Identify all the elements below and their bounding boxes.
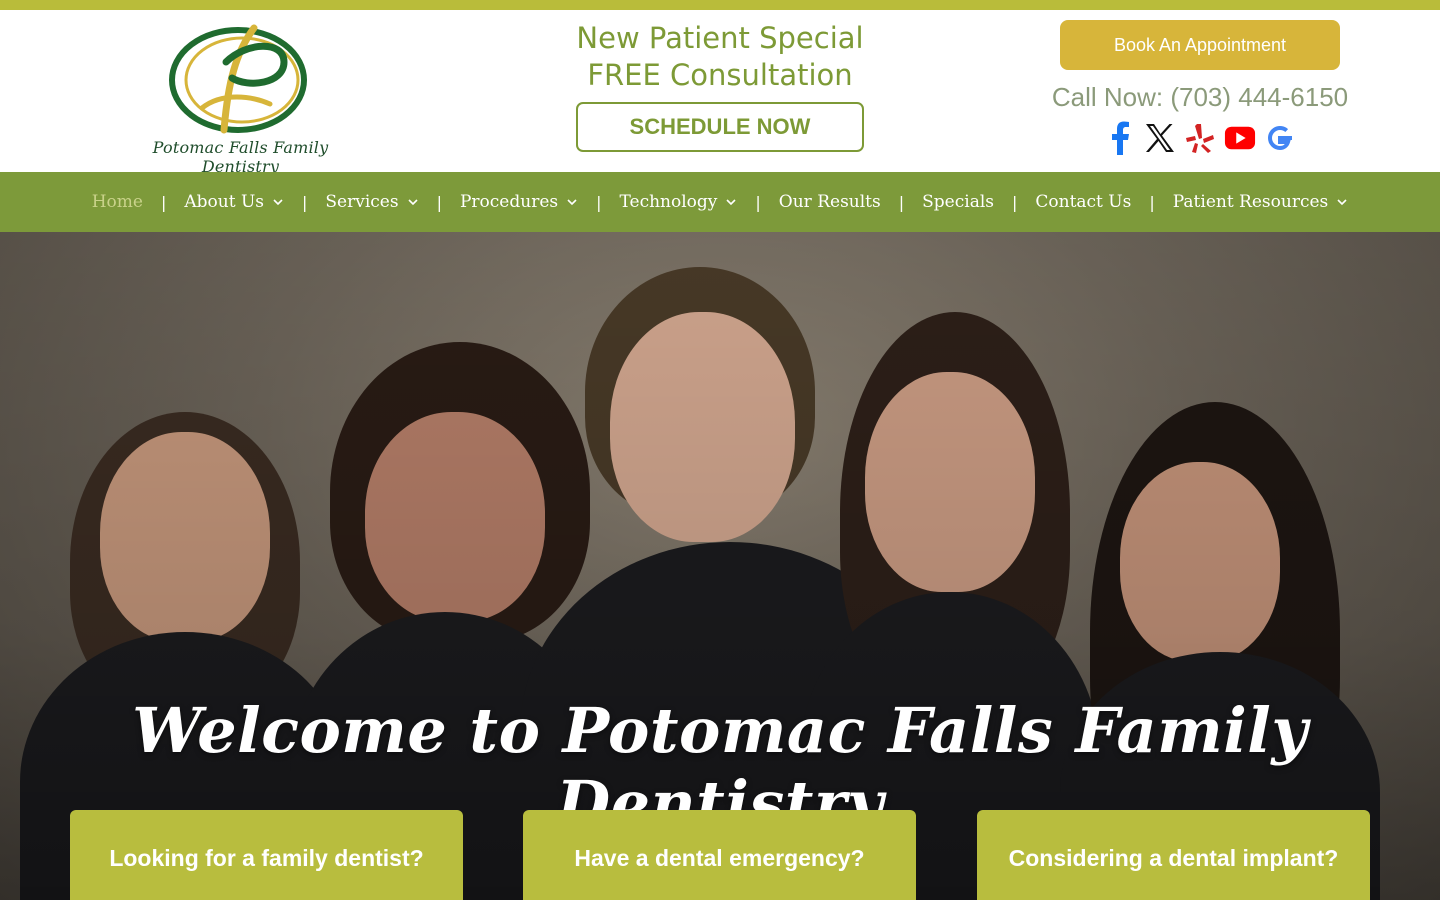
family-dentist-card[interactable]: Looking for a family dentist? bbox=[70, 810, 463, 900]
top-accent-strip bbox=[0, 0, 1440, 10]
nav-separator: | bbox=[1149, 192, 1155, 212]
main-navigation: Home | About Us | Services | Procedures … bbox=[0, 172, 1440, 232]
nav-item-label: Patient Resources bbox=[1172, 192, 1329, 212]
nav-separator: | bbox=[596, 192, 602, 212]
nav-item-home[interactable]: Home bbox=[90, 192, 145, 212]
yelp-icon[interactable] bbox=[1184, 120, 1216, 156]
card-label: Have a dental emergency? bbox=[574, 845, 865, 871]
nav-item-services[interactable]: Services bbox=[323, 192, 420, 212]
hero-banner: Welcome to Potomac Falls Family Dentistr… bbox=[0, 232, 1440, 900]
nav-separator: | bbox=[1011, 192, 1018, 212]
site-header: Potomac Falls Family Dentistry New Patie… bbox=[0, 10, 1440, 176]
nav-item-label: Our Results bbox=[778, 192, 881, 212]
site-logo[interactable]: Potomac Falls Family Dentistry bbox=[118, 22, 363, 176]
nav-item-label: Technology bbox=[619, 192, 718, 212]
nav-separator: | bbox=[302, 192, 308, 212]
promo-subheadline: FREE Consultation bbox=[587, 58, 853, 92]
youtube-icon[interactable] bbox=[1224, 120, 1256, 156]
nav-separator: | bbox=[755, 192, 761, 212]
nav-separator: | bbox=[436, 192, 442, 212]
pf-monogram-icon bbox=[169, 24, 307, 134]
nav-separator: | bbox=[898, 192, 905, 212]
chevron-down-icon bbox=[726, 199, 736, 206]
nav-item-label: Contact Us bbox=[1035, 192, 1132, 212]
chevron-down-icon bbox=[567, 199, 577, 206]
card-label: Considering a dental implant? bbox=[1008, 845, 1339, 871]
nav-item-label: Home bbox=[91, 192, 143, 212]
nav-item-patient-resources[interactable]: Patient Resources bbox=[1171, 192, 1351, 212]
book-appointment-button[interactable]: Book An Appointment bbox=[1060, 20, 1340, 70]
social-links bbox=[1104, 120, 1296, 156]
dental-emergency-card[interactable]: Have a dental emergency? bbox=[523, 810, 916, 900]
x-icon[interactable] bbox=[1144, 120, 1176, 156]
call-now-phone[interactable]: Call Now: (703) 444-6150 bbox=[1040, 82, 1360, 113]
logo-wordmark: Potomac Falls Family Dentistry bbox=[152, 138, 329, 176]
nav-item-specials[interactable]: Specials bbox=[920, 192, 996, 212]
nav-item-our-results[interactable]: Our Results bbox=[777, 192, 883, 212]
chevron-down-icon bbox=[408, 199, 418, 206]
chevron-down-icon bbox=[273, 199, 283, 206]
nav-item-label: Specials bbox=[922, 192, 994, 212]
nav-separator: | bbox=[160, 192, 167, 212]
google-icon[interactable] bbox=[1264, 120, 1296, 156]
facebook-icon[interactable] bbox=[1104, 120, 1136, 156]
nav-item-label: About Us bbox=[184, 192, 265, 212]
dental-implant-card[interactable]: Considering a dental implant? bbox=[977, 810, 1370, 900]
nav-item-about-us[interactable]: About Us bbox=[182, 192, 286, 212]
nav-item-label: Services bbox=[325, 192, 399, 212]
chevron-down-icon bbox=[1337, 199, 1347, 206]
promo-headline: New Patient Special bbox=[576, 21, 864, 55]
nav-item-label: Procedures bbox=[459, 192, 559, 212]
schedule-now-button[interactable]: SCHEDULE NOW bbox=[576, 102, 864, 152]
nav-item-procedures[interactable]: Procedures bbox=[458, 192, 580, 212]
new-patient-promo: New Patient Special FREE Consultation SC… bbox=[540, 20, 900, 152]
nav-item-contact-us[interactable]: Contact Us bbox=[1033, 192, 1133, 212]
card-label: Looking for a family dentist? bbox=[109, 845, 424, 871]
nav-item-technology[interactable]: Technology bbox=[618, 192, 740, 212]
